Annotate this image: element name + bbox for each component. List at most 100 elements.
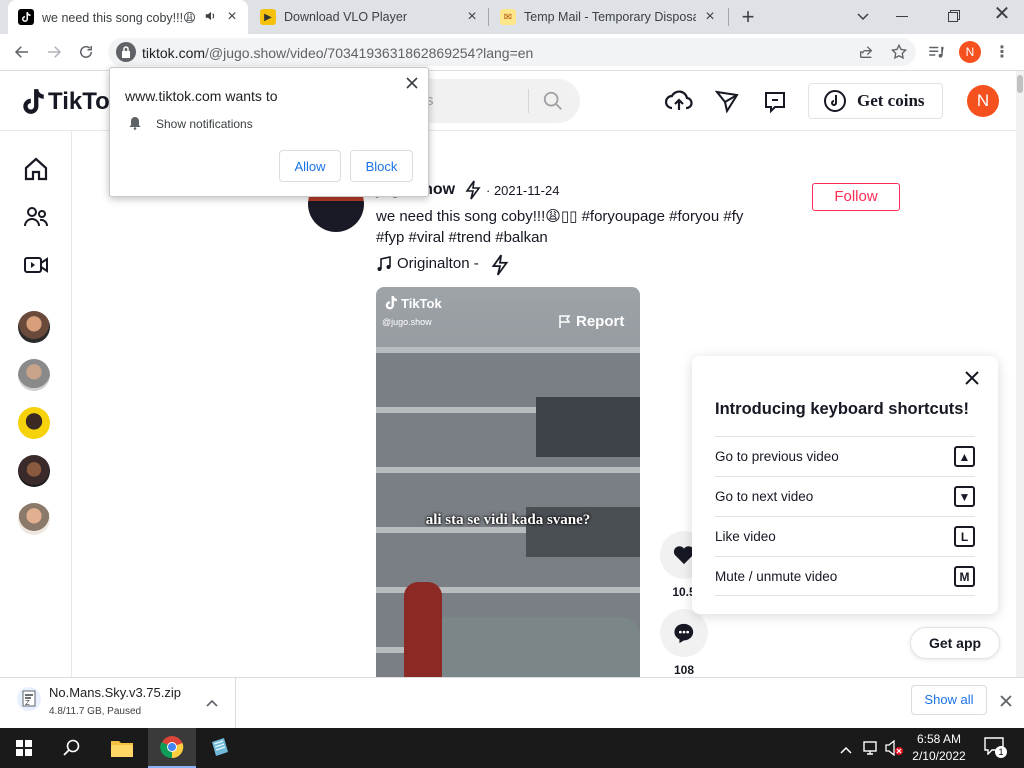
block-button[interactable]: Block bbox=[350, 150, 413, 182]
bell-icon bbox=[128, 116, 142, 135]
new-tab-button[interactable]: + bbox=[738, 5, 758, 29]
temp-mail-favicon-icon: ✉ bbox=[500, 9, 516, 25]
svg-text:Z: Z bbox=[25, 699, 30, 707]
comment-count: 108 bbox=[673, 663, 695, 677]
notepad-app-button[interactable] bbox=[196, 728, 244, 768]
tab-tiktok-video[interactable]: we need this song coby!!!😩 × bbox=[8, 0, 248, 34]
shortcut-mute-video: Mute / unmute video M bbox=[715, 556, 975, 596]
download-filename: No.Mans.Sky.v3.75.zip bbox=[49, 685, 181, 700]
browser-menu-icon[interactable]: ⋮ bbox=[990, 40, 1014, 64]
tiktok-logo[interactable]: TikTok bbox=[20, 87, 123, 117]
allow-button[interactable]: Allow bbox=[279, 150, 341, 182]
close-tab-icon[interactable]: × bbox=[464, 9, 480, 25]
clock-date[interactable]: 2/10/2022 bbox=[910, 749, 968, 763]
close-tab-icon[interactable]: × bbox=[224, 9, 240, 25]
get-coins-button[interactable]: Get coins bbox=[808, 83, 943, 119]
scrollbar-thumb[interactable] bbox=[1017, 75, 1023, 93]
zip-file-icon: Z bbox=[16, 686, 42, 712]
key-m: M bbox=[954, 566, 975, 587]
search-icon[interactable] bbox=[542, 90, 564, 117]
suggested-account-avatar[interactable] bbox=[18, 359, 50, 391]
music-note-icon bbox=[376, 256, 392, 277]
watermark-text: TikTok bbox=[401, 295, 442, 311]
key-l: L bbox=[954, 526, 975, 547]
share-icon[interactable] bbox=[858, 44, 874, 65]
profile-avatar[interactable]: N bbox=[959, 41, 981, 63]
car-shape bbox=[416, 617, 640, 677]
tab-separator bbox=[728, 8, 729, 26]
suggested-account-avatar[interactable] bbox=[18, 455, 50, 487]
start-button[interactable] bbox=[0, 728, 48, 768]
show-all-button[interactable]: Show all bbox=[911, 685, 987, 715]
file-explorer-button[interactable] bbox=[98, 728, 146, 768]
speaker-icon[interactable] bbox=[204, 9, 218, 26]
home-icon[interactable] bbox=[22, 155, 50, 183]
bookmark-star-icon[interactable] bbox=[890, 43, 908, 66]
prompt-title: www.tiktok.com wants to bbox=[125, 88, 278, 104]
network-icon[interactable] bbox=[862, 740, 880, 761]
url-host: tiktok.com bbox=[142, 45, 206, 61]
tray-chevron-icon[interactable] bbox=[840, 742, 852, 760]
volume-muted-icon[interactable] bbox=[884, 739, 904, 761]
chrome-icon bbox=[160, 736, 184, 759]
inbox-send-icon[interactable] bbox=[714, 89, 739, 118]
suggested-account-avatar[interactable] bbox=[18, 407, 50, 439]
shortcut-next-video: Go to next video ▼ bbox=[715, 476, 975, 516]
shortcut-label: Like video bbox=[715, 529, 776, 544]
tab-separator bbox=[488, 8, 489, 26]
minimize-icon[interactable] bbox=[896, 16, 908, 17]
watermark-logo-icon bbox=[385, 296, 397, 310]
notification-permission-prompt: www.tiktok.com wants to Show notificatio… bbox=[109, 67, 429, 197]
close-prompt-icon[interactable] bbox=[406, 76, 418, 94]
close-window-icon[interactable]: ✕ bbox=[992, 4, 1012, 24]
tab-search-icon[interactable] bbox=[855, 8, 871, 24]
close-downloads-icon[interactable] bbox=[1000, 694, 1012, 712]
sound-name[interactable]: Originalton - bbox=[397, 255, 479, 272]
media-control-icon[interactable] bbox=[924, 40, 948, 64]
clock-time[interactable]: 6:58 AM bbox=[910, 732, 968, 746]
action-center-button[interactable]: 1 bbox=[984, 737, 1007, 759]
shortcut-label: Mute / unmute video bbox=[715, 569, 838, 584]
forward-icon[interactable] bbox=[42, 40, 66, 64]
close-shortcuts-icon[interactable] bbox=[964, 370, 980, 391]
post-caption-line2: #fyp #viral #trend #balkan bbox=[376, 229, 548, 246]
following-icon[interactable] bbox=[22, 203, 50, 231]
back-icon[interactable] bbox=[10, 40, 34, 64]
sound-lightning-icon bbox=[490, 254, 510, 281]
report-label: Report bbox=[576, 313, 625, 330]
shortcut-label: Go to previous video bbox=[715, 449, 839, 464]
address-bar[interactable]: tiktok.com/@jugo.show/video/703419363186… bbox=[108, 38, 916, 66]
close-tab-icon[interactable]: × bbox=[702, 9, 718, 25]
download-item[interactable]: Z No.Mans.Sky.v3.75.zip 4.8/11.7 GB, Pau… bbox=[0, 678, 236, 728]
suggested-account-avatar[interactable] bbox=[18, 311, 50, 343]
tiktok-logo-icon bbox=[23, 89, 44, 114]
coin-icon bbox=[823, 89, 847, 113]
video-subtitle: ali sta se vidi kada svane? bbox=[425, 512, 591, 528]
url-path: /@jugo.show/video/7034193631862869254?la… bbox=[205, 45, 534, 61]
page-scrollbar[interactable] bbox=[1016, 71, 1024, 677]
video-player[interactable]: TikTok @jugo.show Report ali sta se vidi… bbox=[376, 287, 640, 677]
permission-label: Show notifications bbox=[156, 117, 253, 131]
video-handle: @jugo.show bbox=[382, 317, 432, 327]
lock-icon[interactable] bbox=[116, 42, 136, 62]
restore-icon[interactable] bbox=[948, 9, 960, 22]
messages-icon[interactable] bbox=[763, 90, 787, 119]
live-icon[interactable] bbox=[22, 251, 50, 279]
tab-download-vlo[interactable]: ▶ Download VLO Player × bbox=[250, 0, 488, 34]
search-button[interactable] bbox=[48, 728, 96, 768]
chevron-up-icon[interactable] bbox=[206, 695, 218, 713]
video-tiktok-watermark: TikTok bbox=[384, 295, 442, 311]
vlo-favicon-icon: ▶ bbox=[260, 9, 276, 25]
reload-icon[interactable] bbox=[74, 40, 98, 64]
upload-icon[interactable] bbox=[664, 88, 693, 119]
suggested-account-avatar[interactable] bbox=[18, 503, 50, 535]
chrome-button[interactable] bbox=[148, 728, 196, 768]
comment-button[interactable] bbox=[660, 609, 708, 657]
follow-button[interactable]: Follow bbox=[812, 183, 900, 211]
report-button[interactable]: Report bbox=[558, 313, 624, 330]
tab-temp-mail[interactable]: ✉ Temp Mail - Temporary Disposab × bbox=[490, 0, 726, 34]
get-app-button[interactable]: Get app bbox=[910, 627, 1000, 659]
user-avatar[interactable]: N bbox=[967, 85, 999, 117]
post-caption-line1: we need this song coby!!!😩▯▯ #foryoupage… bbox=[376, 208, 744, 225]
windows-taskbar: 6:58 AM 2/10/2022 1 bbox=[0, 728, 1024, 768]
